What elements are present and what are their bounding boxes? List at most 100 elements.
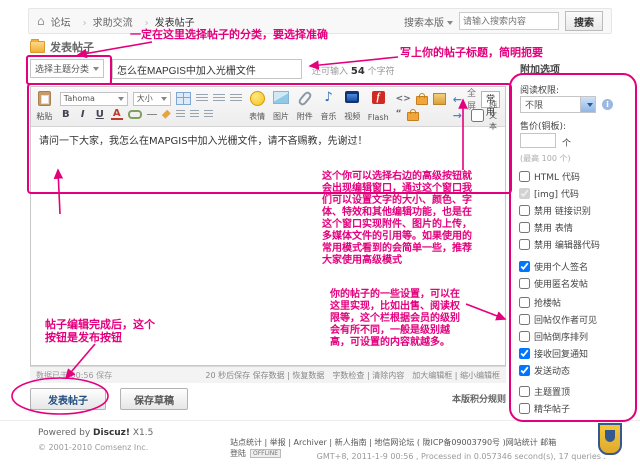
site-crest-logo [598, 423, 622, 455]
annotation-title: 写上你的帖子标题，简明扼要 [400, 46, 543, 59]
autosave-status: 数据已于 00:56 保存 [36, 370, 112, 381]
sidebar-title: 附加选项 [520, 61, 560, 76]
paperclip-icon [297, 90, 313, 107]
smiley-icon [250, 91, 265, 106]
home-icon[interactable]: ⌂ [37, 14, 45, 28]
checkbox-anonymous-post[interactable]: 使用匿名发帖 [519, 277, 588, 290]
font-color-button[interactable]: A [111, 109, 123, 120]
offline-badge: OFFLINE [250, 449, 281, 458]
checkbox-send-feed[interactable]: 发送动态 [519, 364, 570, 377]
info-icon[interactable]: i [602, 99, 613, 110]
insert-link-icon[interactable] [128, 110, 142, 119]
chevron-down-icon [587, 103, 593, 107]
checkbox-img-code[interactable]: [img] 代码 [519, 187, 579, 200]
read-permission-select[interactable]: 不限 [520, 96, 596, 113]
checkbox-replies-reverse-order[interactable]: 回帖倒序排列 [519, 330, 588, 343]
breadcrumb-section[interactable]: 求助交流 [77, 14, 133, 29]
checkbox-rush-reply[interactable]: 抢楼帖 [519, 296, 561, 309]
search-scope-select[interactable]: 搜索本版 [404, 14, 453, 29]
align-left-icon[interactable] [196, 94, 208, 103]
align-center-icon[interactable] [213, 94, 225, 103]
quote-button[interactable]: “ [396, 109, 402, 119]
breadcrumb-current: 发表帖子 [139, 14, 195, 29]
chars-remaining-hint: 还可输入 54 个字符 [312, 64, 395, 77]
italic-button[interactable]: I [77, 109, 89, 120]
checkbox-replies-author-only[interactable]: 回帖仅作者可见 [519, 313, 597, 326]
search-button[interactable]: 搜索 [565, 11, 603, 31]
price-input[interactable] [520, 133, 556, 148]
password-lock-icon[interactable] [407, 112, 419, 121]
read-permission-label: 阅读权限: [520, 83, 559, 96]
search-input[interactable] [459, 12, 559, 30]
select-arrow [580, 97, 595, 112]
checkbox-use-signature[interactable]: 使用个人签名 [519, 260, 588, 273]
annotation-publish: 帖子编辑完成后，这个按钮是发布按钮 [45, 318, 160, 344]
underline-button[interactable]: U [94, 109, 106, 120]
annotation-editor: 这个你可以选择右边的高级按钮就会出现编辑窗口，通过这个窗口我们可以设置文字的大小… [322, 171, 475, 267]
page-title: 发表帖子 [30, 39, 94, 55]
editor-status-bar: 数据已于 00:56 保存 20 秒后保存 保存数据 | 恢复数据 字数检查 |… [30, 366, 506, 383]
image-icon [273, 91, 289, 104]
checkbox-disable-url-parse[interactable]: 禁用 链接识别 [519, 204, 591, 217]
annotation-category: 一定在这里选择帖子的分类，要选择准确 [130, 28, 328, 41]
copyright: © 2001-2010 Comsenz Inc. [38, 443, 148, 452]
powered-by: Powered by Discuz! X1.5 [38, 428, 153, 438]
horizontal-rule-icon[interactable] [147, 114, 157, 115]
ordered-list-icon[interactable] [190, 110, 199, 119]
music-note-icon: ♪ [324, 91, 332, 104]
price-label: 售价(铜板): [520, 119, 566, 132]
forum-credit-rules-link[interactable]: 本版积分规则 [420, 392, 506, 405]
font-size-select[interactable]: 大小 [133, 92, 171, 106]
discuz-post-page: { "breadcrumb": {"home_icon": "⌂", "item… [0, 0, 640, 466]
hidden-content-lock-icon[interactable] [416, 96, 428, 105]
annotation-settings: 你的帖子的一些设置，可以在这里实现，比如出售、阅读权限等，这个栏根据会员的级别会… [330, 289, 462, 349]
checkbox-reply-notification[interactable]: 接收回复通知 [519, 347, 588, 360]
sell-content-icon[interactable] [433, 93, 446, 105]
flash-icon: f [372, 91, 385, 104]
checkbox-disable-bbcode[interactable]: 禁用 编辑器代码 [519, 238, 600, 251]
footer-stats: GMT+8, 2011-1-9 00:56 , Processed in 0.0… [317, 452, 606, 461]
paste-icon [38, 91, 51, 106]
checkbox-html-code[interactable]: HTML 代码 [519, 170, 580, 183]
align-right-icon[interactable] [230, 94, 242, 103]
editor-toolbar: 粘贴 Tahoma 大小 B I U A [31, 87, 505, 127]
save-draft-button[interactable]: 保存草稿 [120, 388, 188, 410]
chevron-down-icon [118, 97, 124, 101]
editor-utility-links[interactable]: 20 秒后保存 保存数据 | 恢复数据 字数检查 | 清除内容 加大编辑框 | … [205, 370, 500, 381]
insert-table-icon[interactable] [176, 92, 191, 105]
footer-divider [0, 420, 640, 421]
chevron-down-icon [161, 97, 167, 101]
checkbox-digest-topic[interactable]: 精华帖子 [519, 402, 570, 415]
folder-icon [30, 41, 45, 53]
flash-button[interactable]: f Flash [368, 89, 389, 124]
music-button[interactable]: ♪ 音乐 [320, 89, 337, 124]
video-button[interactable]: 视频 [344, 89, 361, 124]
image-button[interactable]: 图片 [273, 89, 290, 124]
search-zone: 搜索本版 搜索 [404, 11, 603, 31]
film-icon [345, 91, 359, 103]
category-select[interactable]: 选择主题分类 [30, 59, 104, 78]
plain-text-checkbox[interactable] [471, 109, 484, 122]
smilies-button[interactable]: 表情 [249, 89, 266, 124]
discuz-brand[interactable]: Discuz! [93, 428, 130, 438]
checkbox-disable-smilies[interactable]: 禁用 表情 [519, 221, 573, 234]
plain-text-toggle[interactable]: 纯文本 [467, 99, 500, 132]
undo-icon[interactable]: ← [453, 93, 462, 106]
font-family-select[interactable]: Tahoma [60, 92, 128, 106]
price-unit: 个 [562, 136, 571, 149]
chevron-down-icon [447, 21, 453, 25]
remove-format-icon[interactable] [162, 110, 171, 119]
attachment-button[interactable]: 附件 [296, 89, 313, 124]
post-title-input[interactable] [112, 59, 302, 79]
redo-icon[interactable]: → [453, 109, 462, 122]
publish-button[interactable]: 发表帖子 [30, 388, 106, 410]
unordered-list-icon[interactable] [204, 110, 213, 119]
indent-icon[interactable] [176, 110, 185, 119]
paste-button[interactable]: 粘贴 [36, 89, 53, 124]
checkbox-sticky-topic[interactable]: 主题置顶 [519, 385, 570, 398]
breadcrumb-forum[interactable]: 论坛 [51, 14, 71, 29]
price-max-note: (最高 100 个) [520, 153, 571, 164]
bold-button[interactable]: B [60, 109, 72, 120]
chevron-down-icon [93, 67, 99, 71]
code-button[interactable]: <> [396, 94, 411, 104]
